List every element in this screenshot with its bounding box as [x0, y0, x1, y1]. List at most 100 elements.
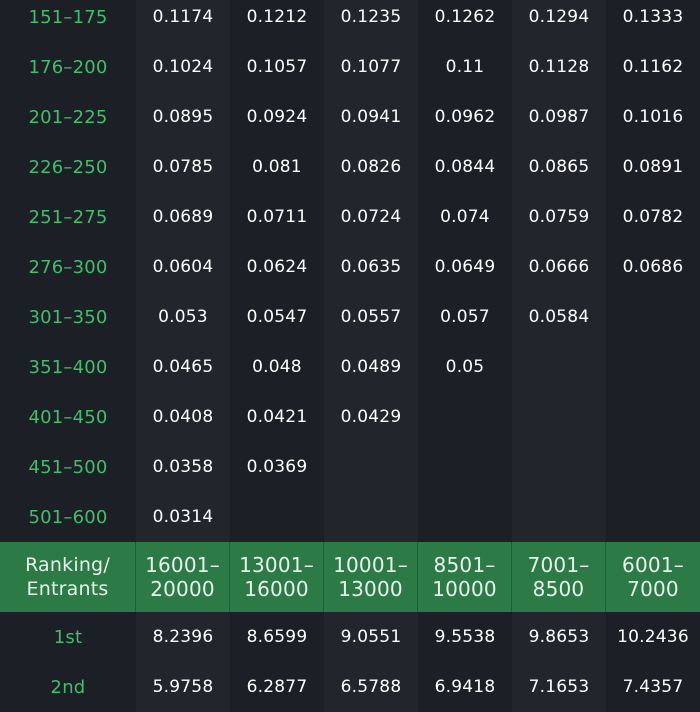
- payout-value: 0.0557: [324, 292, 418, 342]
- payout-value: [606, 442, 700, 492]
- entrants-column-header: 13001– 16000: [230, 542, 324, 612]
- rank-range: 201–225: [0, 92, 136, 142]
- payout-value: 0.1024: [136, 42, 230, 92]
- payout-value: 8.2396: [136, 612, 230, 662]
- payout-value: 0.0724: [324, 192, 418, 242]
- payout-value: [324, 442, 418, 492]
- payout-value: 0.053: [136, 292, 230, 342]
- entrants-column-header: 7001– 8500: [512, 542, 606, 612]
- payout-value: [230, 492, 324, 542]
- payout-table: 151–175 0.1174 0.1212 0.1235 0.1262 0.12…: [0, 0, 700, 712]
- entrants-column-header: 10001– 13000: [324, 542, 418, 612]
- payout-value: 7.4357: [606, 662, 700, 712]
- payout-value: 0.0369: [230, 442, 324, 492]
- header-line: Ranking/: [25, 554, 110, 576]
- payout-value: [606, 292, 700, 342]
- rank-range: 401–450: [0, 392, 136, 442]
- ranking-entrants-header: Ranking/ Entrants: [0, 542, 136, 612]
- payout-value: 0.1333: [606, 0, 700, 42]
- payout-value: 0.0666: [512, 242, 606, 292]
- header-line: Entrants: [26, 578, 109, 600]
- entrants-header-row: Ranking/ Entrants 16001– 20000 13001– 16…: [0, 542, 700, 612]
- payout-value: 0.0584: [512, 292, 606, 342]
- table-row: 276–300 0.0604 0.0624 0.0635 0.0649 0.06…: [0, 242, 700, 292]
- payout-value: 0.0429: [324, 392, 418, 442]
- table-row: 226–250 0.0785 0.081 0.0826 0.0844 0.086…: [0, 142, 700, 192]
- payout-value: 0.0924: [230, 92, 324, 142]
- payout-value: 0.0689: [136, 192, 230, 242]
- payout-value: [512, 492, 606, 542]
- rank-range: 501–600: [0, 492, 136, 542]
- rank-range: 251–275: [0, 192, 136, 242]
- payout-value: 0.0421: [230, 392, 324, 442]
- payout-value: 0.0547: [230, 292, 324, 342]
- payout-value: 9.5538: [418, 612, 512, 662]
- payout-value: 6.9418: [418, 662, 512, 712]
- table-row: 501–600 0.0314: [0, 492, 700, 542]
- header-line: 13001–: [239, 553, 314, 577]
- rank-range: 151–175: [0, 0, 136, 42]
- payout-value: 0.0865: [512, 142, 606, 192]
- payout-value: 0.1212: [230, 0, 324, 42]
- payout-value: 0.11: [418, 42, 512, 92]
- payout-value: [418, 492, 512, 542]
- bottom-rows: 1st 8.2396 8.6599 9.0551 9.5538 9.8653 1…: [0, 612, 700, 712]
- payout-value: 0.048: [230, 342, 324, 392]
- payout-value: 0.0711: [230, 192, 324, 242]
- payout-value: [418, 392, 512, 442]
- payout-value: 5.9758: [136, 662, 230, 712]
- payout-value: 0.0358: [136, 442, 230, 492]
- table-row: 2nd 5.9758 6.2877 6.5788 6.9418 7.1653 7…: [0, 662, 700, 712]
- table-row: 151–175 0.1174 0.1212 0.1235 0.1262 0.12…: [0, 0, 700, 42]
- payout-value: 0.0686: [606, 242, 700, 292]
- payout-value: 0.0408: [136, 392, 230, 442]
- payout-value: 0.1057: [230, 42, 324, 92]
- payout-value: 0.0635: [324, 242, 418, 292]
- table-row: 176–200 0.1024 0.1057 0.1077 0.11 0.1128…: [0, 42, 700, 92]
- payout-value: 8.6599: [230, 612, 324, 662]
- rank-range: 226–250: [0, 142, 136, 192]
- header-line: 6001–: [622, 553, 684, 577]
- payout-value: 0.1235: [324, 0, 418, 42]
- payout-value: [606, 492, 700, 542]
- payout-value: 9.8653: [512, 612, 606, 662]
- payout-value: 6.2877: [230, 662, 324, 712]
- payout-value: 0.057: [418, 292, 512, 342]
- table-row: 301–350 0.053 0.0547 0.0557 0.057 0.0584: [0, 292, 700, 342]
- header-line: 7001–: [527, 553, 590, 577]
- payout-value: [324, 492, 418, 542]
- payout-value: 0.0624: [230, 242, 324, 292]
- payout-value: 0.1128: [512, 42, 606, 92]
- header-line: 10000: [432, 577, 497, 601]
- header-line: 13000: [338, 577, 403, 601]
- top-rows: 151–175 0.1174 0.1212 0.1235 0.1262 0.12…: [0, 0, 700, 542]
- payout-value: [512, 442, 606, 492]
- payout-value: 10.2436: [606, 612, 700, 662]
- payout-value: [606, 342, 700, 392]
- payout-value: 0.1294: [512, 0, 606, 42]
- payout-value: 0.0891: [606, 142, 700, 192]
- payout-value: 0.1262: [418, 0, 512, 42]
- payout-value: 7.1653: [512, 662, 606, 712]
- table-row: 401–450 0.0408 0.0421 0.0429: [0, 392, 700, 442]
- payout-value: 9.0551: [324, 612, 418, 662]
- header-line: 7000: [627, 577, 679, 601]
- table-row: 351–400 0.0465 0.048 0.0489 0.05: [0, 342, 700, 392]
- payout-value: [512, 342, 606, 392]
- rank-range: 276–300: [0, 242, 136, 292]
- payout-value: 0.0826: [324, 142, 418, 192]
- payout-value: 0.074: [418, 192, 512, 242]
- entrants-column-header: 8501– 10000: [418, 542, 512, 612]
- payout-value: 0.1174: [136, 0, 230, 42]
- payout-value: [512, 392, 606, 442]
- header-line: 16000: [244, 577, 309, 601]
- payout-value: 0.0604: [136, 242, 230, 292]
- rank-range: 301–350: [0, 292, 136, 342]
- payout-value: 0.0782: [606, 192, 700, 242]
- table-row: 201–225 0.0895 0.0924 0.0941 0.0962 0.09…: [0, 92, 700, 142]
- payout-value: 0.05: [418, 342, 512, 392]
- payout-value: 0.1016: [606, 92, 700, 142]
- payout-value: [606, 392, 700, 442]
- payout-value: 0.0785: [136, 142, 230, 192]
- header-line: 8500: [532, 577, 585, 601]
